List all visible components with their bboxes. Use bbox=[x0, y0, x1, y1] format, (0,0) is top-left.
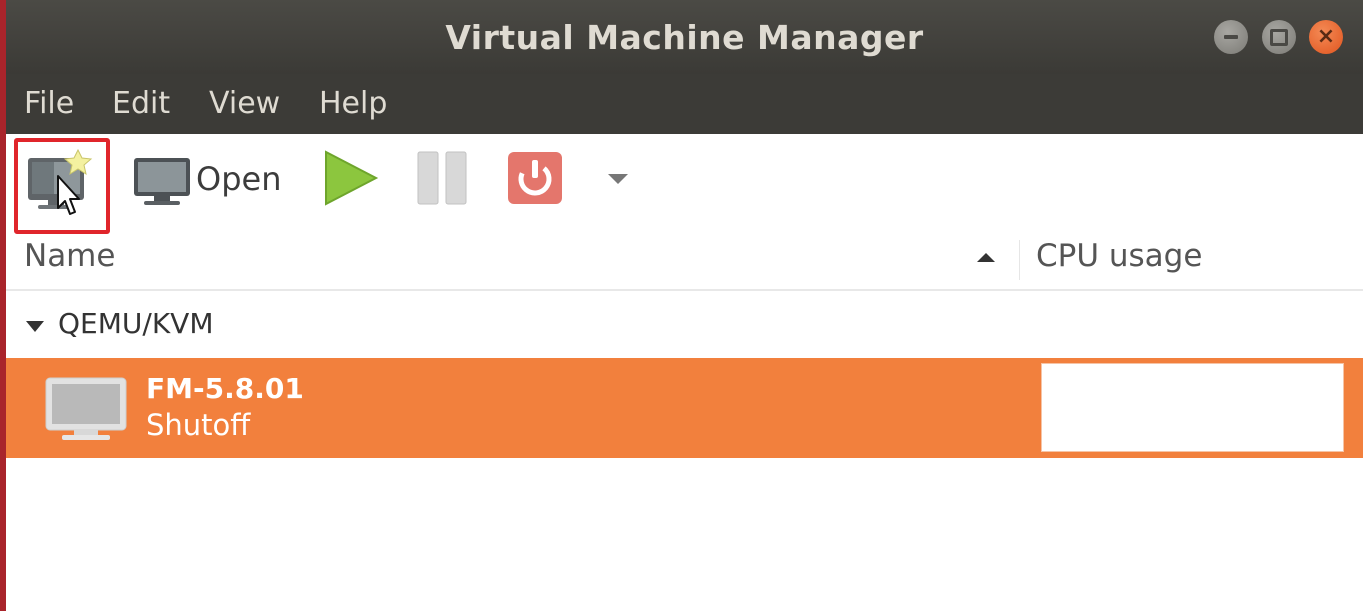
menu-file[interactable]: File bbox=[24, 86, 74, 121]
vm-name: FM-5.8.01 bbox=[146, 372, 304, 405]
play-icon bbox=[325, 150, 379, 206]
header-divider bbox=[6, 289, 1363, 291]
column-header-cpu[interactable]: CPU usage bbox=[1036, 238, 1202, 296]
run-button[interactable] bbox=[320, 148, 380, 208]
new-vm-highlight bbox=[14, 138, 110, 234]
close-button[interactable]: × bbox=[1309, 20, 1343, 54]
maximize-button[interactable] bbox=[1262, 20, 1296, 54]
shutdown-button[interactable] bbox=[506, 150, 564, 206]
pause-button[interactable] bbox=[414, 150, 470, 206]
window-title: Virtual Machine Manager bbox=[445, 18, 924, 57]
vm-monitor-icon bbox=[45, 377, 127, 440]
cpu-usage-graph bbox=[1041, 363, 1344, 452]
column-separator[interactable] bbox=[1019, 240, 1020, 280]
minimize-button[interactable] bbox=[1214, 20, 1248, 54]
sort-ascending-icon[interactable] bbox=[974, 250, 998, 266]
menu-help[interactable]: Help bbox=[319, 86, 387, 121]
vm-state: Shutoff bbox=[146, 408, 251, 442]
shutdown-dropdown-button[interactable] bbox=[604, 168, 632, 192]
monitor-icon bbox=[134, 158, 190, 205]
column-header-name[interactable]: Name bbox=[24, 238, 115, 296]
chevron-down-icon bbox=[608, 174, 628, 184]
menu-edit[interactable]: Edit bbox=[112, 86, 170, 121]
vmm-window: Virtual Machine Manager × File Edit View… bbox=[0, 0, 1363, 611]
close-icon: × bbox=[1316, 24, 1336, 49]
pause-icon bbox=[417, 151, 467, 205]
connection-row[interactable]: QEMU/KVM bbox=[6, 292, 1363, 356]
menu-view[interactable]: View bbox=[209, 86, 280, 121]
menu-bar: File Edit View Help bbox=[6, 74, 1363, 134]
minimize-icon bbox=[1224, 35, 1238, 39]
title-bar[interactable]: Virtual Machine Manager × bbox=[6, 0, 1363, 74]
maximize-icon bbox=[1270, 28, 1288, 46]
vm-row[interactable]: FM-5.8.01 Shutoff bbox=[6, 358, 1363, 458]
expander-down-icon[interactable] bbox=[24, 318, 46, 334]
power-icon bbox=[508, 152, 562, 204]
connection-label: QEMU/KVM bbox=[58, 307, 214, 340]
open-button-label: Open bbox=[196, 160, 282, 198]
